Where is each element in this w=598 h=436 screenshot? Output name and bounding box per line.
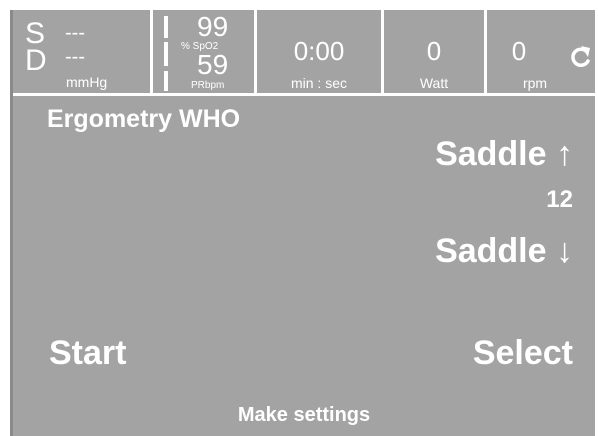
time-panel: 0:00 min : sec (257, 10, 384, 96)
time-unit: min : sec (290, 75, 347, 91)
select-button[interactable]: Select (473, 334, 573, 373)
pulse-value: 59 (197, 49, 229, 80)
signal-bar (164, 16, 168, 38)
systolic-value: --- (65, 22, 85, 44)
rotate-arrow-icon (571, 46, 590, 67)
saddle-height-value: 12 (546, 186, 573, 213)
pulse-unit: PRbpm (191, 80, 225, 91)
status-bar: S --- D --- mmHg 99 % SpO2 59 PRbpm 0:00… (13, 10, 595, 96)
signal-bar (164, 42, 168, 66)
start-button[interactable]: Start (49, 334, 126, 373)
cadence-panel: 0 rpm (487, 10, 595, 96)
blood-pressure-panel: S --- D --- mmHg (13, 10, 153, 96)
program-title: Ergometry WHO (47, 105, 241, 133)
bp-unit: mmHg (66, 74, 108, 90)
spo2-value: 99 (197, 11, 229, 42)
cadence-value: 0 (511, 36, 527, 66)
saddle-down-button[interactable]: Saddle ↓ (435, 232, 573, 271)
elapsed-time-value: 0:00 (293, 36, 345, 66)
hint-text: Make settings (237, 404, 371, 426)
cadence-unit: rpm (522, 75, 548, 91)
ergometer-screen: S --- D --- mmHg 99 % SpO2 59 PRbpm 0:00… (10, 10, 595, 436)
spo2-panel: 99 % SpO2 59 PRbpm (153, 10, 257, 96)
diastolic-value: --- (65, 46, 85, 68)
diastolic-label: D (25, 44, 47, 77)
signal-bar (164, 71, 168, 91)
power-unit: Watt (419, 75, 449, 91)
saddle-up-button[interactable]: Saddle ↑ (435, 135, 573, 174)
